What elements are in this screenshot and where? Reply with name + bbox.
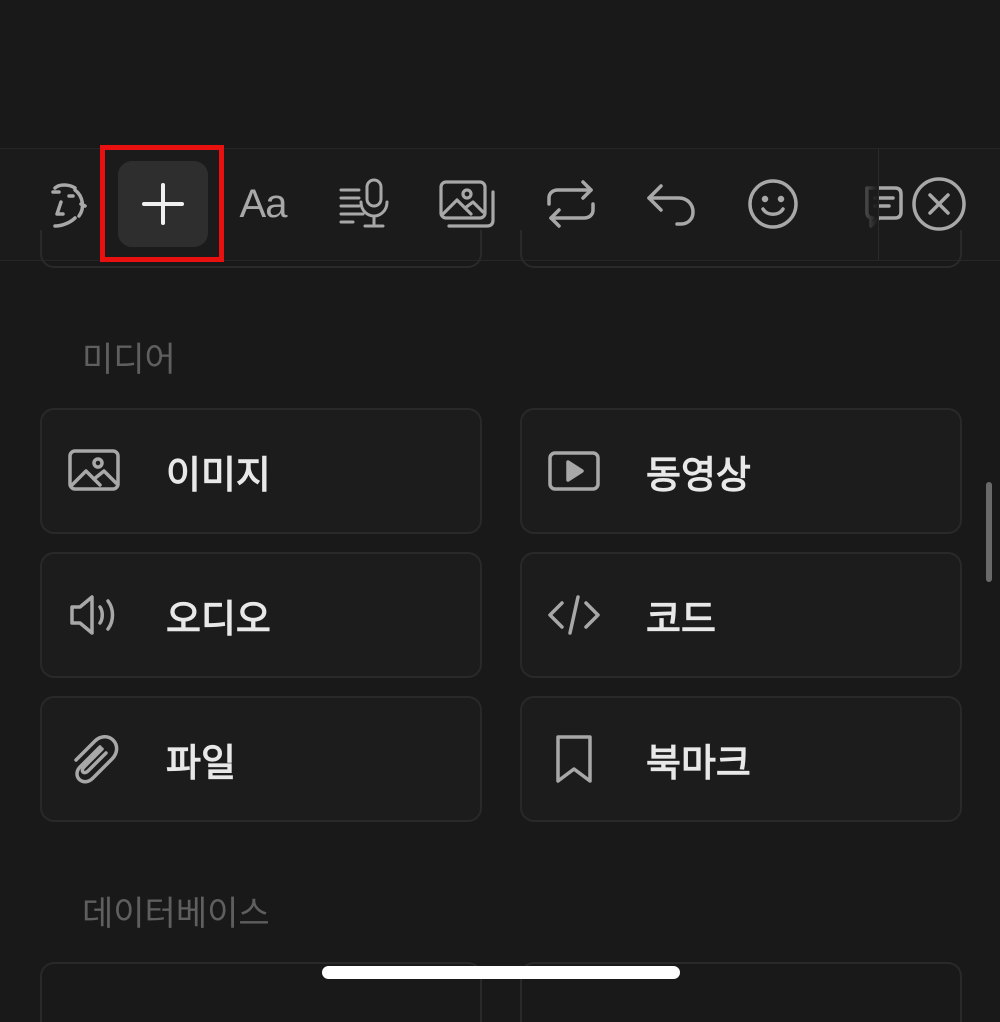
code-icon bbox=[544, 585, 604, 645]
block-option-image[interactable]: 이미지 bbox=[40, 408, 482, 534]
video-play-icon bbox=[544, 441, 604, 501]
section-title-database: 데이터베이스 bbox=[82, 894, 270, 934]
text-style-icon: Aa bbox=[239, 181, 288, 226]
microphone-lines-icon bbox=[339, 178, 389, 228]
home-indicator[interactable] bbox=[322, 966, 680, 979]
partial-card-left[interactable] bbox=[40, 230, 482, 268]
block-option-label: 이미지 bbox=[166, 452, 271, 497]
repeat-arrows-icon bbox=[547, 180, 595, 228]
block-option-label: 오디오 bbox=[166, 596, 271, 641]
block-option-file[interactable]: 파일 bbox=[40, 696, 482, 822]
images-icon bbox=[439, 180, 495, 228]
block-option-label: 코드 bbox=[646, 596, 716, 641]
block-option-bookmark[interactable]: 북마크 bbox=[520, 696, 962, 822]
section-title-media: 미디어 bbox=[82, 340, 176, 380]
close-circle-icon bbox=[912, 177, 966, 231]
bookmark-icon bbox=[544, 729, 604, 789]
block-option-video[interactable]: 동영상 bbox=[520, 408, 962, 534]
scrollbar-thumb[interactable] bbox=[986, 482, 992, 582]
block-option-label: 동영상 bbox=[646, 452, 751, 497]
block-option-code[interactable]: 코드 bbox=[520, 552, 962, 678]
paperclip-icon bbox=[64, 729, 124, 789]
block-option-label: 파일 bbox=[166, 740, 236, 785]
plus-icon bbox=[142, 183, 184, 225]
ai-face-icon bbox=[51, 183, 87, 228]
smiley-icon bbox=[748, 179, 798, 229]
partial-card-right[interactable] bbox=[520, 230, 962, 268]
undo-arrow-icon bbox=[647, 184, 695, 226]
speaker-icon bbox=[64, 585, 124, 645]
block-option-audio[interactable]: 오디오 bbox=[40, 552, 482, 678]
block-option-label: 북마크 bbox=[646, 740, 751, 785]
image-icon bbox=[64, 441, 124, 501]
